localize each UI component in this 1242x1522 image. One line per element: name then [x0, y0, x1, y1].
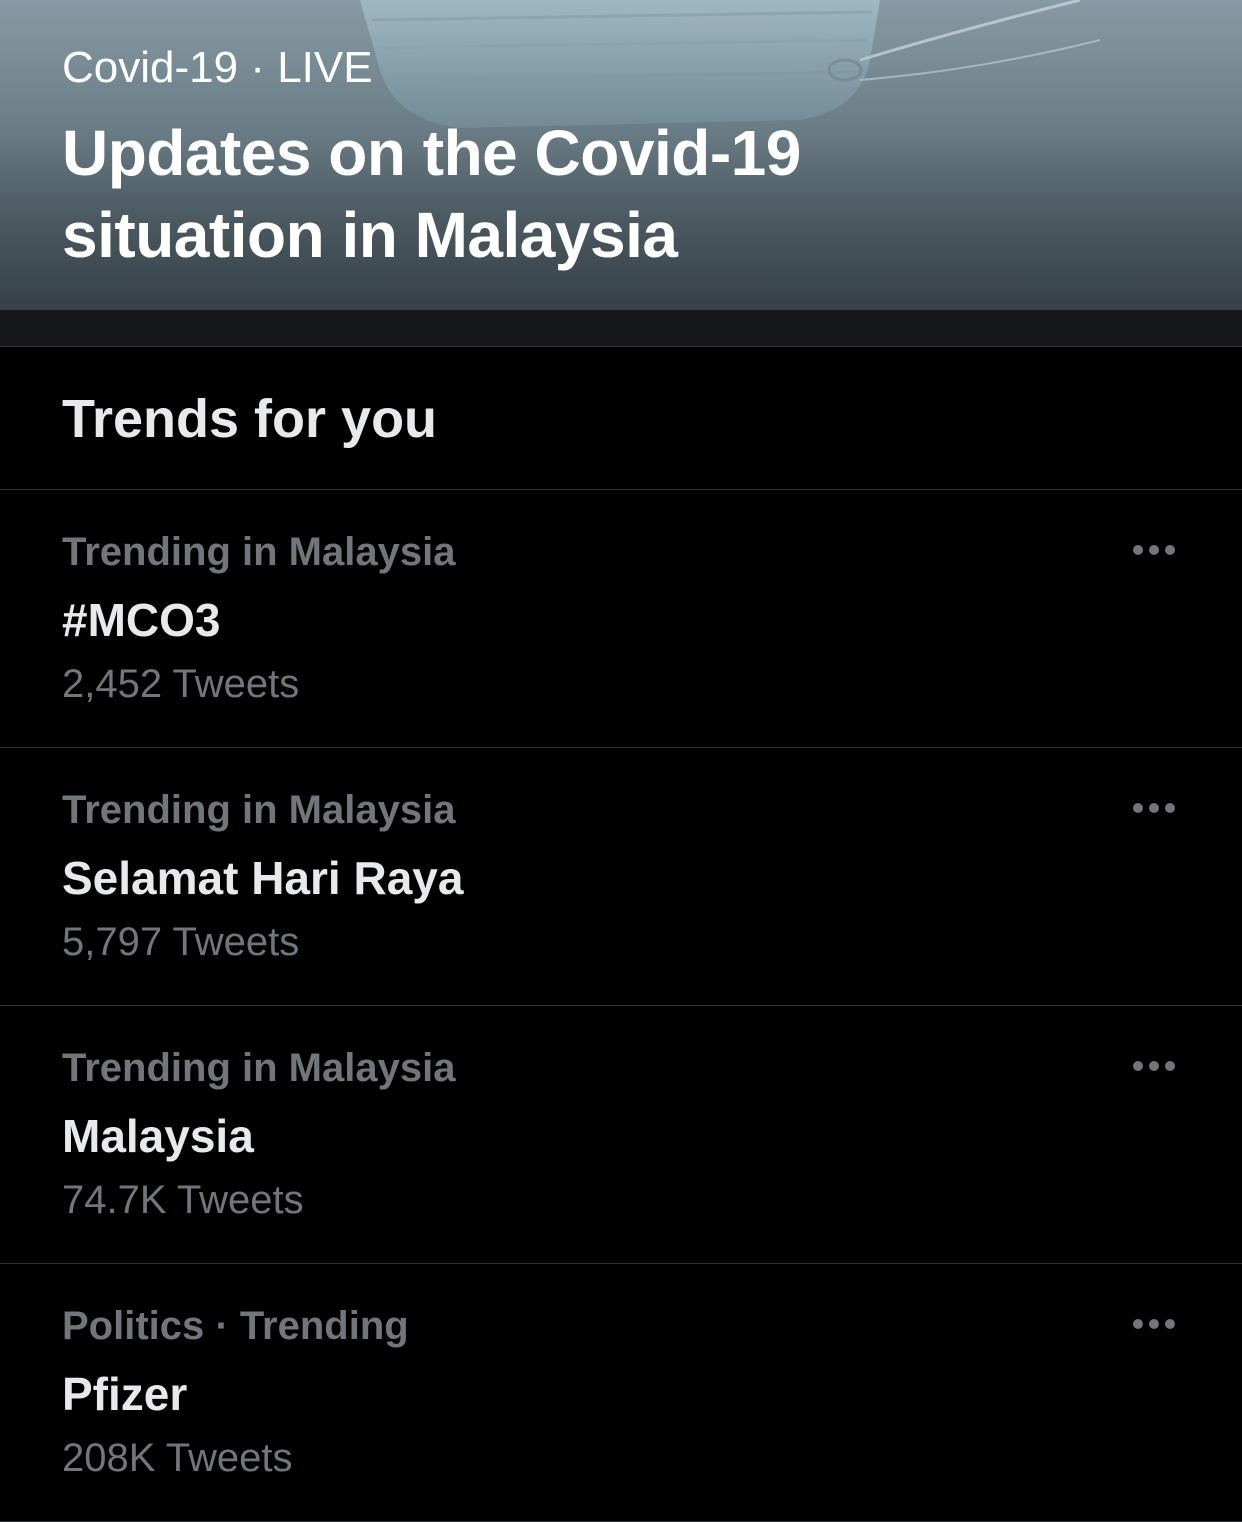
event-title: Updates on the Covid-19 situation in Mal…: [62, 117, 801, 271]
more-horizontal-icon: [1133, 803, 1175, 813]
trend-tweet-count: 208K Tweets: [62, 1436, 293, 1480]
trend-item[interactable]: Trending in Malaysia Malaysia 74.7K Twee…: [0, 1006, 1242, 1264]
more-horizontal-icon: [1133, 1319, 1175, 1329]
trend-context: Trending in Malaysia: [62, 1046, 456, 1090]
trend-list: Trending in Malaysia #MCO3 2,452 Tweets …: [0, 490, 1242, 1522]
trend-name: Malaysia: [62, 1110, 254, 1162]
trend-context: Trending in Malaysia: [62, 530, 456, 574]
live-event-banner[interactable]: Covid-19 · LIVE Updates on the Covid-19 …: [0, 0, 1242, 310]
trend-name: Pfizer: [62, 1368, 188, 1420]
more-horizontal-icon: [1133, 1061, 1175, 1071]
more-options-button[interactable]: [1126, 1304, 1182, 1344]
trend-item[interactable]: Trending in Malaysia Selamat Hari Raya 5…: [0, 748, 1242, 1006]
trend-tweet-count: 74.7K Tweets: [62, 1178, 304, 1222]
trend-name: Selamat Hari Raya: [62, 852, 464, 904]
trend-item[interactable]: Trending in Malaysia #MCO3 2,452 Tweets: [0, 490, 1242, 748]
trend-tweet-count: 2,452 Tweets: [62, 662, 300, 706]
trend-context: Trending in Malaysia: [62, 788, 456, 832]
trends-header: Trends for you: [0, 347, 1242, 490]
section-divider: [0, 310, 1242, 347]
trend-name: #MCO3: [62, 594, 221, 646]
more-options-button[interactable]: [1126, 530, 1182, 570]
trend-item[interactable]: Politics · Trending Pfizer 208K Tweets: [0, 1264, 1242, 1522]
section-title: Trends for you: [62, 389, 438, 449]
event-category-label: Covid-19 · LIVE: [62, 43, 373, 92]
trend-tweet-count: 5,797 Tweets: [62, 920, 300, 964]
trend-context: Politics · Trending: [62, 1304, 409, 1348]
more-horizontal-icon: [1133, 545, 1175, 555]
more-options-button[interactable]: [1126, 788, 1182, 828]
more-options-button[interactable]: [1126, 1046, 1182, 1086]
